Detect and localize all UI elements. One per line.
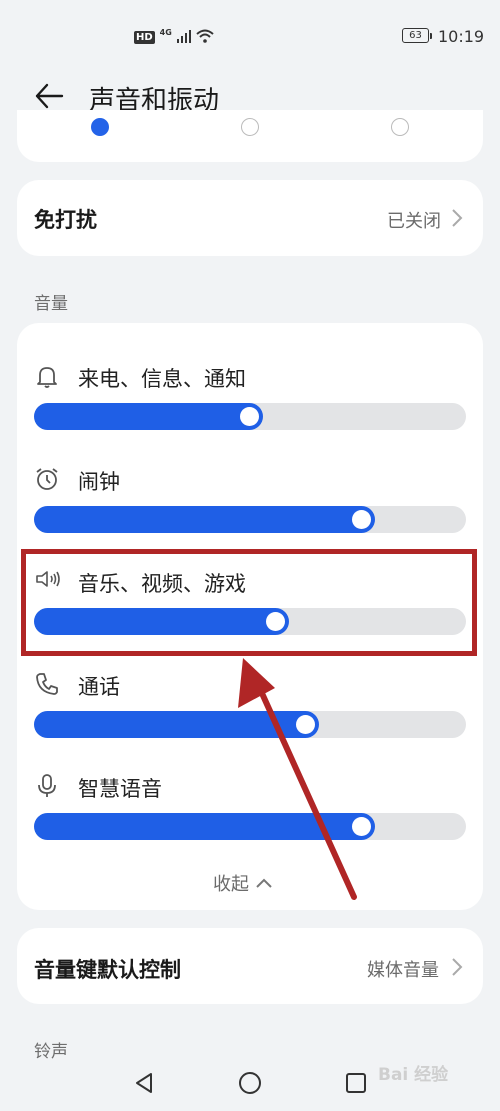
recents-nav-icon[interactable]: [345, 1072, 367, 1098]
annotation-arrow: [238, 658, 357, 900]
home-nav-icon[interactable]: [238, 1071, 262, 1099]
watermark: Bai 经验: [378, 1065, 449, 1085]
back-nav-icon[interactable]: [133, 1071, 155, 1099]
